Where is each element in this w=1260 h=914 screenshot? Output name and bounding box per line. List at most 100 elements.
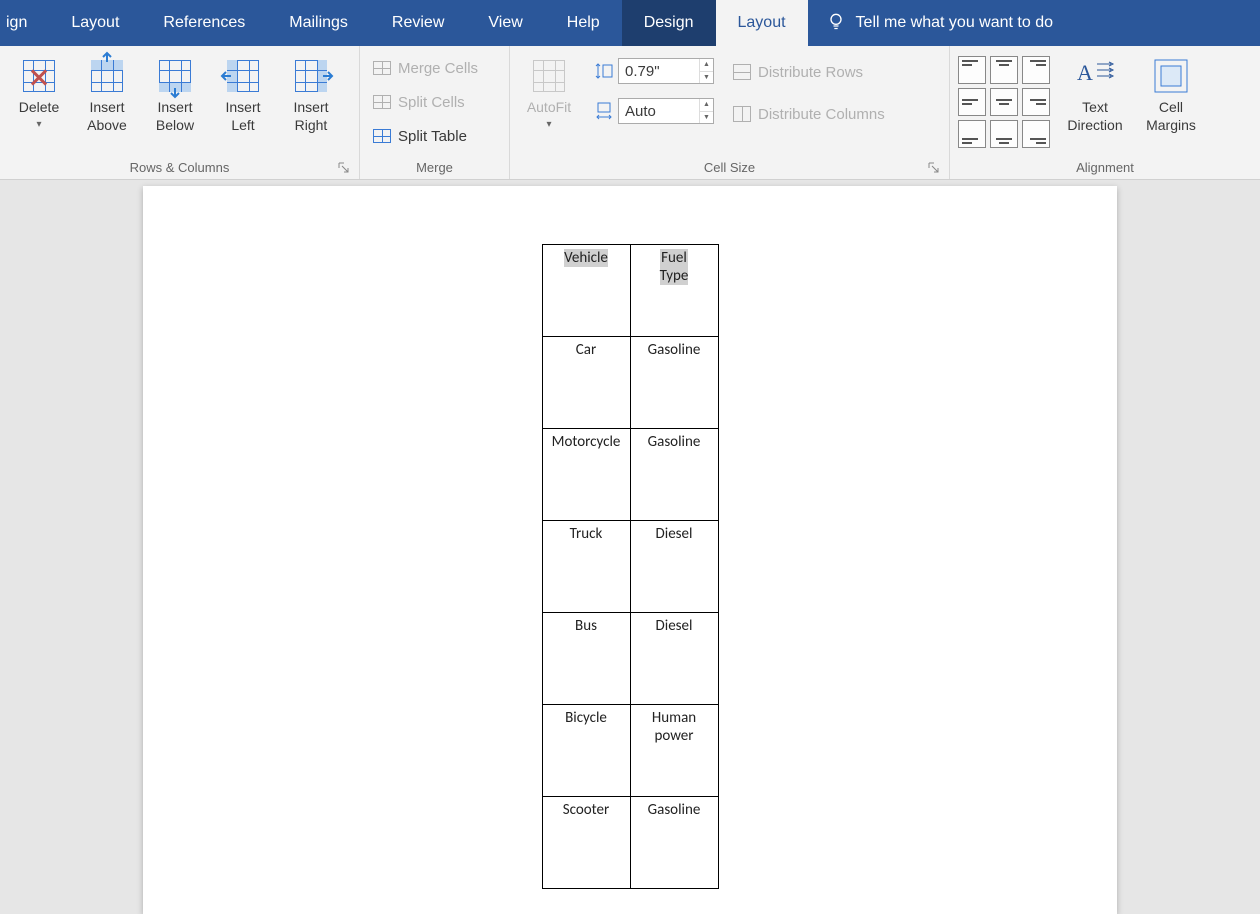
insert-right-button[interactable]: Insert Right bbox=[280, 50, 342, 134]
tell-me-search[interactable]: Tell me what you want to do bbox=[808, 0, 1071, 46]
distribute-columns-button[interactable]: Distribute Columns bbox=[728, 100, 889, 128]
alignment-grid bbox=[958, 50, 1050, 148]
text-direction-button[interactable]: A Text Direction bbox=[1064, 50, 1126, 134]
row-height-value: 0.79" bbox=[625, 63, 660, 80]
lightbulb-icon bbox=[826, 11, 846, 36]
table-row: Vehicle Fuel Type bbox=[542, 245, 718, 337]
split-table-label: Split Table bbox=[398, 128, 467, 145]
dialog-launcher-icon[interactable] bbox=[337, 161, 351, 175]
merge-cells-icon bbox=[372, 58, 392, 78]
align-top-right[interactable] bbox=[1022, 56, 1050, 84]
table-cell[interactable]: Motorcycle bbox=[542, 429, 630, 521]
cell-margins-button[interactable]: Cell Margins bbox=[1140, 50, 1202, 134]
tab-layout[interactable]: Layout bbox=[49, 0, 141, 46]
dialog-launcher-icon[interactable] bbox=[927, 161, 941, 175]
table-cell[interactable]: Scooter bbox=[542, 797, 630, 889]
spinner-buttons[interactable]: ▲▼ bbox=[699, 99, 713, 123]
table-row: CarGasoline bbox=[542, 337, 718, 429]
group-label-alignment: Alignment bbox=[958, 158, 1252, 179]
row-height-icon bbox=[594, 61, 614, 81]
align-center-right[interactable] bbox=[1022, 88, 1050, 116]
group-label-merge: Merge bbox=[368, 158, 501, 179]
distribute-columns-label: Distribute Columns bbox=[758, 106, 885, 123]
distribute-rows-button[interactable]: Distribute Rows bbox=[728, 58, 889, 86]
chevron-down-icon: ▾ bbox=[546, 116, 551, 134]
distribute-rows-icon bbox=[732, 62, 752, 82]
split-cells-label: Split Cells bbox=[398, 94, 465, 111]
table-cell[interactable]: Gasoline bbox=[630, 429, 718, 521]
table-header-cell[interactable]: Vehicle bbox=[542, 245, 630, 337]
align-bottom-left[interactable] bbox=[958, 120, 986, 148]
cell-margins-label: Cell Margins bbox=[1146, 98, 1196, 134]
autofit-button[interactable]: AutoFit ▾ bbox=[518, 50, 580, 134]
table-row: BusDiesel bbox=[542, 613, 718, 705]
tab-design-partial[interactable]: ign bbox=[0, 0, 49, 46]
table-row: ScooterGasoline bbox=[542, 797, 718, 889]
insert-below-label: Insert Below bbox=[156, 98, 194, 134]
column-width-icon bbox=[594, 101, 614, 121]
align-center-left[interactable] bbox=[958, 88, 986, 116]
align-bottom-center[interactable] bbox=[990, 120, 1018, 148]
table-header-cell[interactable]: Fuel Type bbox=[630, 245, 718, 337]
split-table-icon bbox=[372, 126, 392, 146]
align-bottom-right[interactable] bbox=[1022, 120, 1050, 148]
table-row: BicycleHuman power bbox=[542, 705, 718, 797]
insert-below-icon bbox=[153, 54, 197, 98]
insert-left-button[interactable]: Insert Left bbox=[212, 50, 274, 134]
split-cells-button[interactable]: Split Cells bbox=[368, 88, 482, 116]
distribute-rows-label: Distribute Rows bbox=[758, 64, 863, 81]
table-row: TruckDiesel bbox=[542, 521, 718, 613]
table-cell[interactable]: Human power bbox=[630, 705, 718, 797]
spinner-buttons[interactable]: ▲▼ bbox=[699, 59, 713, 83]
align-top-left[interactable] bbox=[958, 56, 986, 84]
row-height-input[interactable]: 0.79" ▲▼ bbox=[618, 58, 714, 84]
tab-table-design[interactable]: Design bbox=[622, 0, 716, 46]
document-page[interactable]: Vehicle Fuel Type CarGasoline Motorcycle… bbox=[143, 186, 1117, 914]
table-cell[interactable]: Gasoline bbox=[630, 337, 718, 429]
split-cells-icon bbox=[372, 92, 392, 112]
text-direction-icon: A bbox=[1073, 54, 1117, 98]
table-cell[interactable]: Diesel bbox=[630, 521, 718, 613]
insert-above-icon bbox=[85, 54, 129, 98]
table-cell[interactable]: Diesel bbox=[630, 613, 718, 705]
insert-above-button[interactable]: Insert Above bbox=[76, 50, 138, 134]
group-merge: Merge Cells Split Cells Split Table Merg… bbox=[360, 46, 510, 179]
table-cell[interactable]: Bicycle bbox=[542, 705, 630, 797]
table-cell[interactable]: Car bbox=[542, 337, 630, 429]
column-width-field: Auto ▲▼ bbox=[594, 98, 714, 124]
merge-cells-label: Merge Cells bbox=[398, 60, 478, 77]
tab-review[interactable]: Review bbox=[370, 0, 466, 46]
table-cell[interactable]: Gasoline bbox=[630, 797, 718, 889]
document-area: Vehicle Fuel Type CarGasoline Motorcycle… bbox=[0, 180, 1260, 908]
align-center-center[interactable] bbox=[990, 88, 1018, 116]
tab-table-layout[interactable]: Layout bbox=[716, 0, 808, 46]
ribbon-tab-strip: ign Layout References Mailings Review Vi… bbox=[0, 0, 1260, 46]
cell-margins-icon bbox=[1149, 54, 1193, 98]
insert-above-label: Insert Above bbox=[87, 98, 127, 134]
merge-cells-button[interactable]: Merge Cells bbox=[368, 54, 482, 82]
tab-references[interactable]: References bbox=[141, 0, 267, 46]
split-table-button[interactable]: Split Table bbox=[368, 122, 482, 150]
tab-help[interactable]: Help bbox=[545, 0, 622, 46]
tell-me-label: Tell me what you want to do bbox=[856, 14, 1053, 32]
table-cell[interactable]: Bus bbox=[542, 613, 630, 705]
insert-right-label: Insert Right bbox=[293, 98, 328, 134]
svg-text:A: A bbox=[1077, 60, 1093, 85]
column-width-input[interactable]: Auto ▲▼ bbox=[618, 98, 714, 124]
table-cell[interactable]: Truck bbox=[542, 521, 630, 613]
group-label-cell-size: Cell Size bbox=[518, 158, 941, 179]
vehicle-table[interactable]: Vehicle Fuel Type CarGasoline Motorcycle… bbox=[542, 244, 719, 889]
align-top-center[interactable] bbox=[990, 56, 1018, 84]
group-rows-columns: Delete ▾ Insert Above Insert Below bbox=[0, 46, 360, 179]
autofit-label: AutoFit bbox=[527, 98, 571, 116]
autofit-icon bbox=[527, 54, 571, 98]
delete-button[interactable]: Delete ▾ bbox=[8, 50, 70, 134]
column-width-value: Auto bbox=[625, 103, 656, 120]
table-row: MotorcycleGasoline bbox=[542, 429, 718, 521]
tab-mailings[interactable]: Mailings bbox=[267, 0, 370, 46]
group-label-rows-columns: Rows & Columns bbox=[8, 158, 351, 179]
insert-below-button[interactable]: Insert Below bbox=[144, 50, 206, 134]
distribute-columns-icon bbox=[732, 104, 752, 124]
group-cell-size: AutoFit ▾ 0.79" ▲▼ bbox=[510, 46, 950, 179]
tab-view[interactable]: View bbox=[466, 0, 544, 46]
